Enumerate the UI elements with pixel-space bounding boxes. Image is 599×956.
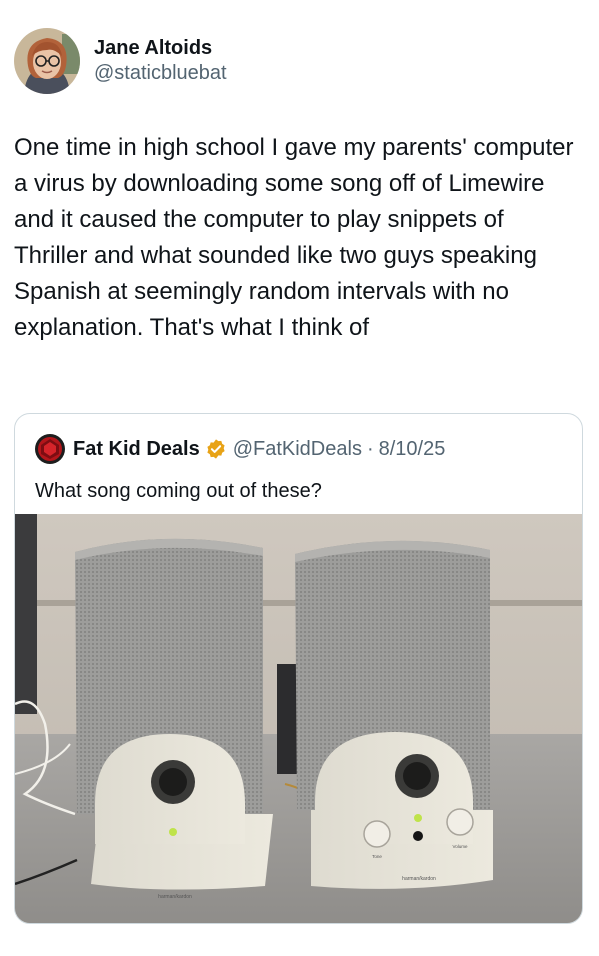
svg-text:Tone: Tone: [372, 854, 382, 859]
author-handle[interactable]: @staticbluebat: [94, 60, 227, 86]
quote-header: Fat Kid Deals @FatKidDeals · 8/10/25: [35, 434, 445, 464]
author-avatar[interactable]: [14, 28, 80, 94]
author-names: Jane Altoids @staticbluebat: [94, 36, 227, 86]
tweet-text: One time in high school I gave my parent…: [14, 134, 574, 341]
speakers-photo-icon: harman/kardon Tone Volume harman/kardon: [15, 514, 582, 923]
quote-author-avatar[interactable]: [35, 434, 65, 464]
verified-badge-icon: [207, 439, 225, 459]
quote-handle[interactable]: @FatKidDeals: [233, 438, 362, 461]
svg-text:harman/kardon: harman/kardon: [158, 894, 192, 900]
quote-text: What song coming out of these?: [35, 480, 322, 502]
quote-tweet-card[interactable]: Fat Kid Deals @FatKidDeals · 8/10/25 Wha…: [14, 413, 583, 924]
author-display-name[interactable]: Jane Altoids: [94, 36, 227, 60]
user-avatar-icon: [14, 28, 80, 94]
quote-display-name[interactable]: Fat Kid Deals: [73, 438, 200, 461]
svg-text:Volume: Volume: [452, 844, 468, 849]
quote-date[interactable]: 8/10/25: [379, 438, 446, 461]
quote-separator: ·: [366, 437, 374, 460]
tweet-header: Jane Altoids @staticbluebat: [14, 28, 584, 96]
quote-media-photo[interactable]: harman/kardon Tone Volume harman/kardon: [15, 514, 582, 923]
svg-text:harman/kardon: harman/kardon: [402, 876, 436, 882]
fat-kid-deals-logo-icon: [35, 434, 65, 464]
